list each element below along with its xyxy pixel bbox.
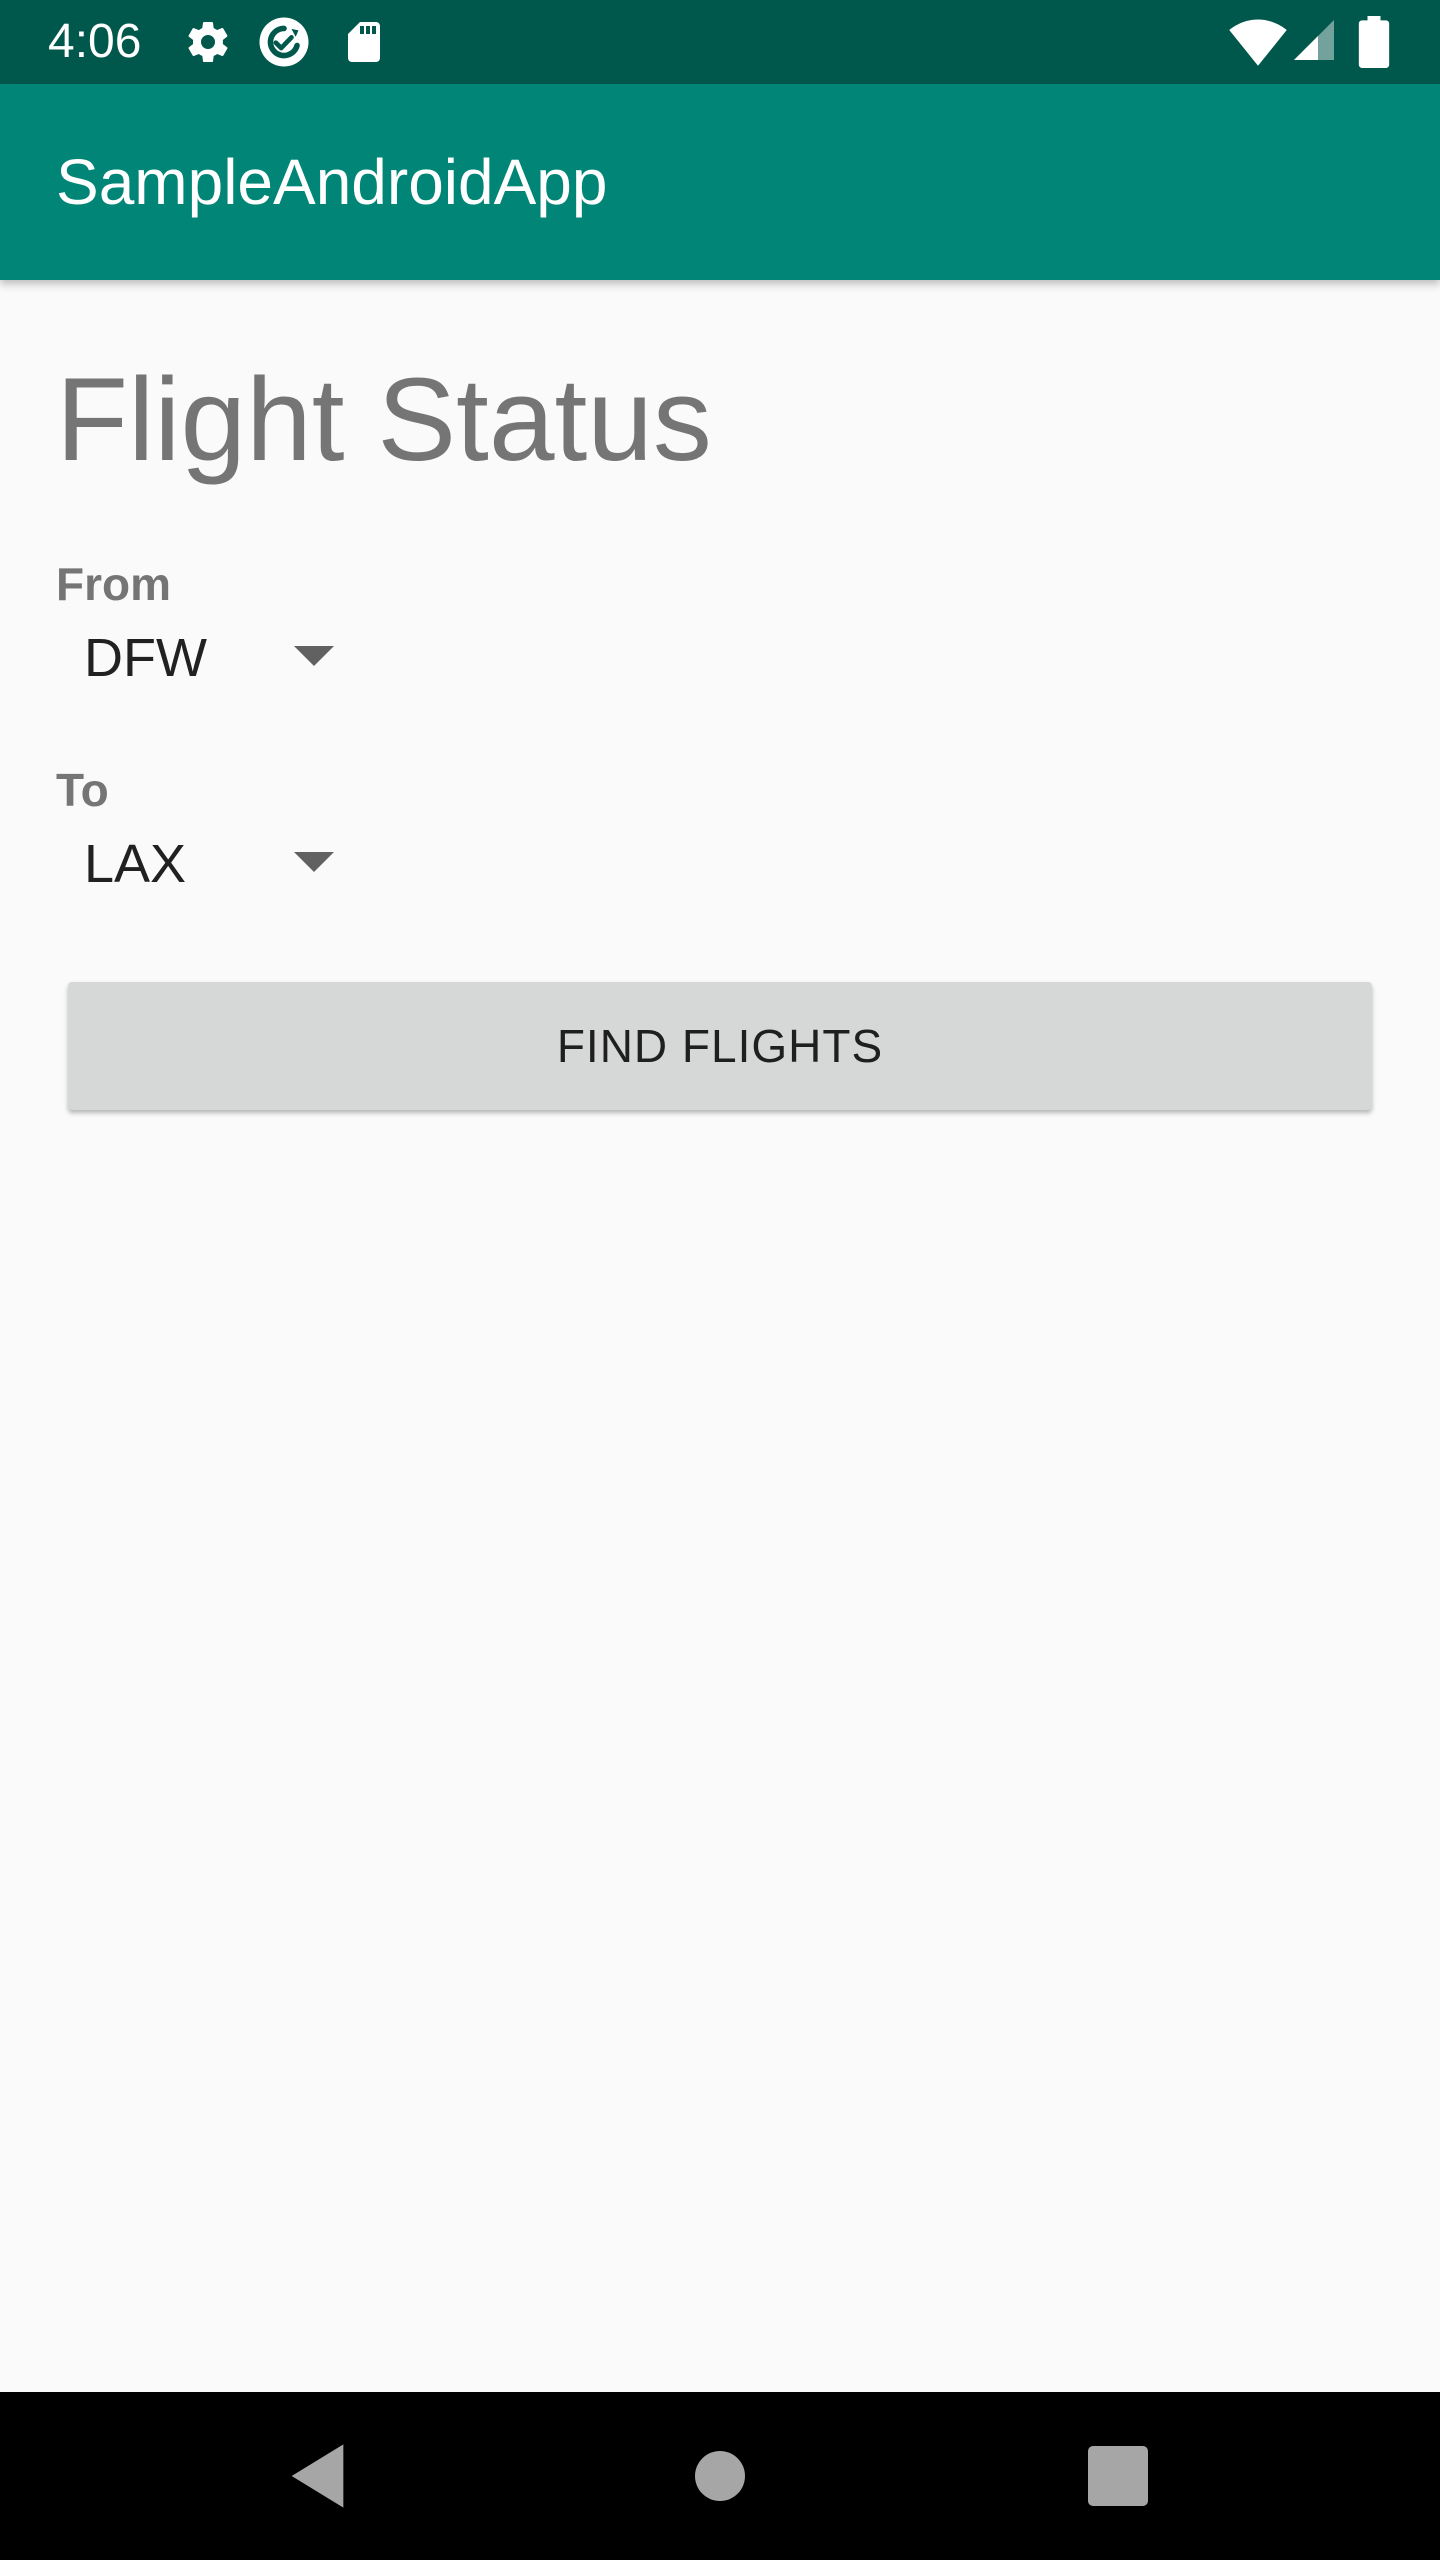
from-label: From (56, 558, 171, 610)
dropdown-arrow-icon (294, 646, 334, 666)
status-time: 4:06 (48, 15, 142, 68)
main-content: Flight Status From DFW To LAX FIND FLIGH… (0, 280, 1440, 2392)
to-label: To (56, 764, 109, 816)
dropdown-arrow-icon (294, 852, 334, 872)
wifi-icon (1229, 19, 1287, 66)
from-spinner[interactable]: DFW (56, 610, 356, 706)
sd-card-icon (348, 22, 380, 62)
cell-signal-icon (1294, 20, 1334, 60)
to-selected-value: LAX (84, 834, 187, 894)
status-bar: 4:06 (0, 0, 1440, 84)
sync-icon (259, 17, 309, 67)
home-icon[interactable] (680, 2436, 760, 2516)
back-icon[interactable] (280, 2436, 360, 2516)
battery-icon (1358, 16, 1390, 68)
find-flights-button[interactable]: FIND FLIGHTS (68, 982, 1372, 1110)
page-title: Flight Status (56, 354, 712, 486)
navigation-bar (0, 2392, 1440, 2560)
settings-gear-icon (188, 21, 228, 63)
recents-icon[interactable] (1078, 2436, 1158, 2516)
to-spinner[interactable]: LAX (56, 816, 356, 912)
app-title: SampleAndroidApp (56, 146, 608, 218)
from-selected-value: DFW (84, 628, 207, 688)
app-bar: SampleAndroidApp (0, 84, 1440, 280)
